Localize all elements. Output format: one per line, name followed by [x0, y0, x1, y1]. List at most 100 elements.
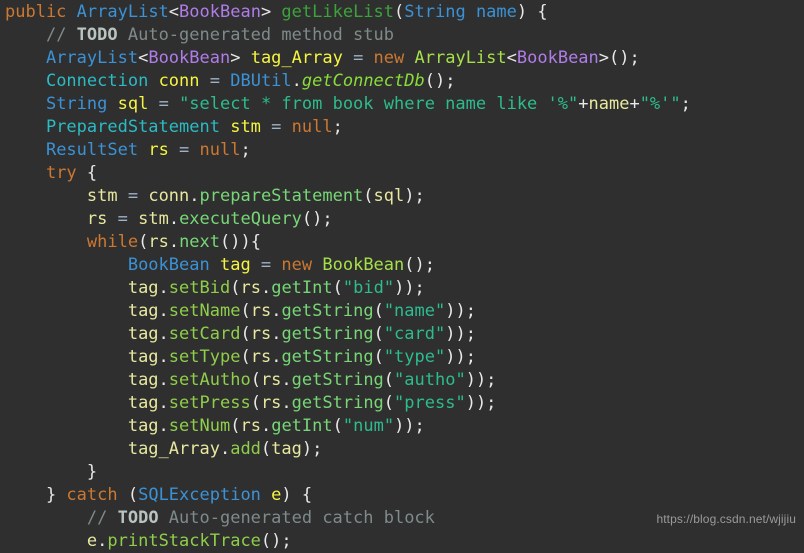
- code-line[interactable]: BookBean tag = new BookBean();: [0, 254, 804, 277]
- code-line[interactable]: tag.setCard(rs.getString("card"));: [0, 323, 804, 346]
- code-token-punc: }: [5, 462, 98, 482]
- code-token-punc: (: [260, 439, 272, 459]
- code-token-cls: ArrayList: [45, 48, 139, 68]
- code-token-punc: ;: [240, 140, 251, 160]
- code-token-punc: ));: [465, 370, 497, 390]
- code-token-punc: .: [158, 301, 169, 321]
- code-line[interactable]: }: [0, 461, 804, 484]
- code-token-punc: }: [5, 485, 67, 505]
- code-token-punc: [5, 117, 46, 137]
- code-token-cls: SQLException: [138, 485, 261, 505]
- code-line[interactable]: } catch (SQLException e) {: [0, 484, 804, 507]
- code-token-punc: {: [76, 163, 98, 183]
- code-token-op: =: [250, 255, 282, 275]
- code-line[interactable]: while(rs.next()){: [0, 231, 804, 254]
- code-content[interactable]: public ArrayList<BookBean> getLikeList(S…: [0, 1, 804, 553]
- code-token-punc: >: [260, 2, 282, 22]
- code-line[interactable]: ResultSet rs = null;: [0, 139, 804, 162]
- code-line[interactable]: ArrayList<BookBean> tag_Array = new Arra…: [0, 47, 804, 70]
- code-token-varu: rs: [260, 393, 282, 413]
- code-line[interactable]: try {: [0, 162, 804, 185]
- code-line[interactable]: tag.setNum(rs.getInt("num"));: [0, 415, 804, 438]
- code-line[interactable]: e.printStackTrace();: [0, 530, 804, 553]
- code-line[interactable]: stm = conn.prepareStatement(sql);: [0, 185, 804, 208]
- code-token-gen: BookBean: [179, 2, 261, 22]
- code-token-punc: [5, 347, 128, 367]
- code-line[interactable]: Connection conn = DBUtil.getConnectDb();: [0, 70, 804, 93]
- code-token-str: "%'": [639, 94, 681, 114]
- code-token-punc: .: [168, 232, 180, 252]
- code-token-varu: tag: [127, 278, 159, 298]
- code-token-op: =: [148, 94, 180, 114]
- code-token-punc: [5, 393, 128, 413]
- code-token-varu: tag: [127, 347, 159, 367]
- code-token-str: "select * from book where name like '%": [179, 94, 579, 114]
- code-token-punc: [5, 416, 128, 436]
- code-token-punc: ));: [445, 347, 476, 367]
- code-token-punc: ()){: [220, 232, 261, 252]
- code-token-punc: (: [240, 301, 251, 321]
- code-token-punc: .: [158, 416, 169, 436]
- code-line[interactable]: tag_Array.add(tag);: [0, 438, 804, 461]
- code-token-punc: [5, 140, 46, 160]
- code-token-punc: [5, 209, 87, 229]
- code-token-punc: [5, 163, 46, 183]
- code-token-punc: ;: [680, 94, 691, 114]
- code-token-punc: .: [271, 347, 282, 367]
- code-token-varu: name: [588, 94, 630, 114]
- code-token-mdecl: getLikeList: [281, 2, 395, 22]
- code-token-punc: >: [230, 48, 251, 68]
- code-token-varu: tag_Array: [127, 439, 220, 459]
- code-token-str: "num": [342, 416, 395, 436]
- code-line[interactable]: tag.setAutho(rs.getString("autho"));: [0, 369, 804, 392]
- watermark-url: https://blog.csdn.net/wjijiu: [656, 512, 796, 526]
- code-token-varu: tag: [127, 416, 159, 436]
- code-line[interactable]: String sql = "select * from book where n…: [0, 93, 804, 116]
- code-token-punc: .: [189, 186, 200, 206]
- code-token-punc: [261, 485, 271, 505]
- code-token-varu: rs: [240, 278, 261, 298]
- code-token-mcall: getInt: [271, 416, 333, 436]
- code-line[interactable]: tag.setPress(rs.getString("press"));: [0, 392, 804, 415]
- code-line[interactable]: tag.setType(rs.getString("type"));: [0, 346, 804, 369]
- code-token-cls: DBUtil: [230, 71, 292, 91]
- code-token-str: "autho": [394, 370, 466, 390]
- code-token-var: conn: [158, 71, 200, 91]
- code-token-gen: BookBean: [148, 48, 231, 68]
- code-token-punc: [66, 2, 76, 22]
- code-token-punc: [404, 48, 414, 68]
- code-token-punc: (: [373, 324, 384, 344]
- code-token-var: sql: [117, 94, 149, 114]
- code-line[interactable]: tag.setName(rs.getString("name"));: [0, 300, 804, 323]
- code-token-mcall: next: [179, 232, 221, 252]
- code-token-cls: ArrayList: [76, 2, 169, 22]
- code-token-str: "name": [383, 301, 446, 321]
- code-token-varu: stm: [86, 186, 118, 206]
- code-token-cmt: Auto-generated method stub: [117, 25, 394, 45]
- code-token-varu: rs: [148, 232, 169, 252]
- code-token-kw: new: [281, 255, 313, 275]
- code-token-punc: <: [138, 48, 149, 68]
- code-token-varu: e: [86, 531, 98, 551]
- code-token-punc: ();: [404, 255, 435, 275]
- code-token-punc: [138, 140, 148, 160]
- code-editor-viewport[interactable]: public ArrayList<BookBean> getLikeList(S…: [0, 0, 804, 552]
- code-line[interactable]: tag.setBid(rs.getInt("bid"));: [0, 277, 804, 300]
- code-line[interactable]: public ArrayList<BookBean> getLikeList(S…: [0, 1, 804, 24]
- code-token-punc: .: [260, 278, 272, 298]
- code-token-varu: tag: [127, 370, 159, 390]
- code-token-varu: stm: [138, 209, 169, 229]
- code-token-punc: .: [158, 324, 169, 344]
- code-token-punc: [5, 48, 46, 68]
- code-token-mcall2: setName: [168, 301, 241, 321]
- code-token-var: stm: [230, 117, 261, 137]
- code-line[interactable]: // TODO Auto-generated method stub: [0, 24, 804, 47]
- code-token-ctor: BookBean: [322, 255, 405, 275]
- code-line[interactable]: rs = stm.executeQuery();: [0, 208, 804, 231]
- code-line[interactable]: PreparedStatement stm = null;: [0, 116, 804, 139]
- code-token-str: "bid": [342, 278, 395, 298]
- code-token-mcall: getString: [291, 393, 384, 413]
- code-token-punc: (: [250, 370, 261, 390]
- code-token-punc: <: [506, 48, 517, 68]
- code-token-punc: (: [230, 278, 241, 298]
